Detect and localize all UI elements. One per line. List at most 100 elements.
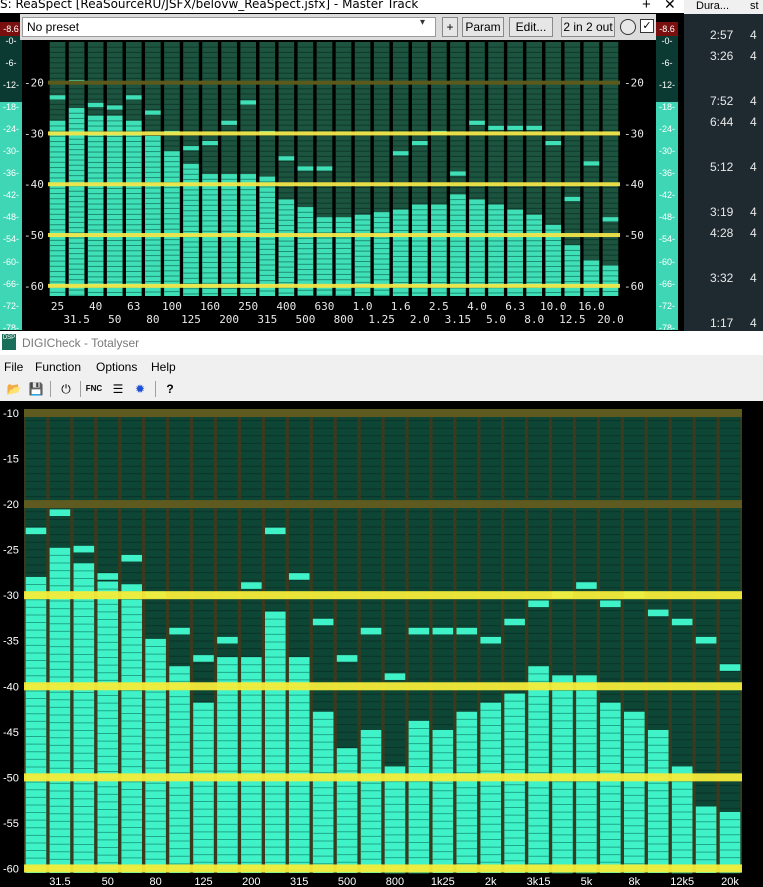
column-header-st[interactable]: st [750, 0, 759, 12]
y-tick-label: -40 [624, 178, 644, 191]
toolbar-separator [80, 381, 81, 397]
desktop: S: ReaSpect [ReaSourceRU/JSFX/belovw_Rea… [0, 0, 763, 887]
plugin-toolbar: No preset ▾ + Param Edit... 2 in 2 out ✓ [20, 14, 656, 40]
io-routing-button[interactable]: 2 in 2 out [561, 17, 615, 37]
x-tick-label: 1.0 [353, 300, 373, 313]
peak-hold-marker [221, 120, 237, 125]
menu-options[interactable]: Options [96, 360, 137, 374]
open-folder-icon[interactable]: 📂 [4, 380, 24, 398]
peak-hold-marker [49, 95, 66, 100]
peak-hold-marker [360, 627, 382, 635]
peak-hold-marker [240, 100, 257, 105]
x-tick-label: 400 [276, 300, 296, 313]
peak-hold-marker [671, 618, 693, 626]
toolbar-separator [50, 381, 51, 397]
x-tick-label: 500 [338, 876, 356, 887]
y-tick-label: -50 [624, 229, 644, 242]
st-cell: 4 [750, 316, 757, 330]
power-icon[interactable]: ⏻ [56, 380, 76, 398]
meter-tick-label: -60- [2, 256, 19, 267]
x-tick-label: 315 [290, 876, 308, 887]
meter-tick-label: -66- [2, 278, 19, 289]
y-tick-label: -60 [3, 863, 19, 875]
duration-cell: 2:57 [710, 28, 734, 42]
pin-icon[interactable]: + [642, 0, 651, 13]
param-button[interactable]: Param [462, 17, 504, 37]
menu-help[interactable]: Help [151, 360, 176, 374]
peak-hold-marker [312, 618, 334, 626]
grid-band [48, 283, 620, 288]
x-tick-label: 50 [108, 313, 121, 326]
x-tick-label: 8.0 [524, 313, 544, 326]
x-tick-label: 1k25 [431, 876, 455, 887]
settings-list-icon[interactable]: ☰ [108, 380, 128, 398]
x-tick-label: 100 [162, 300, 182, 313]
x-tick-label: 63 [127, 300, 140, 313]
digicheck-window: DSP DIGICheck - Totalyser File Function … [0, 331, 763, 887]
grid-band [24, 409, 742, 417]
peak-hold-marker [504, 618, 525, 626]
input-level-meter: -8.6 -0- -6- -12- -18- -24- -30- -36- -42- -48- -… [0, 22, 22, 330]
x-tick-label: 160 [200, 300, 220, 313]
peak-hold-marker [316, 166, 333, 171]
reaspect-title-bar[interactable]: S: ReaSpect [ReaSourceRU/JSFX/belovw_Rea… [0, 0, 684, 13]
reaspect-window: S: ReaSpect [ReaSourceRU/JSFX/belovw_Rea… [0, 0, 684, 331]
peak-hold-marker [265, 527, 286, 535]
chevron-down-icon[interactable]: ▾ [420, 17, 425, 28]
x-tick-label: 8k [628, 876, 640, 887]
save-icon[interactable]: 💾 [26, 380, 46, 398]
edit-button[interactable]: Edit... [509, 17, 553, 37]
meter-tick-label: -30- [2, 146, 19, 157]
peak-hold-marker [469, 120, 485, 125]
grid-band [48, 131, 620, 136]
spectrum-bar [564, 245, 581, 296]
x-tick-label: 2.5 [429, 300, 449, 313]
peak-hold-marker [488, 125, 504, 130]
x-tick-label: 5.0 [486, 313, 506, 326]
wet-knob-icon[interactable] [620, 19, 636, 35]
spectrum-bar [145, 135, 161, 296]
column-header-duration[interactable]: Dura... [696, 0, 729, 12]
menu-function[interactable]: Function [35, 360, 81, 374]
x-tick-label: 31.5 [63, 313, 90, 326]
meter-tick-label: -18- [658, 102, 675, 113]
y-tick-label: -40 [3, 681, 19, 693]
add-preset-button[interactable]: + [442, 17, 458, 37]
y-tick-label: -50 [24, 229, 44, 242]
fnc-icon[interactable]: FNC [84, 380, 104, 398]
help-icon[interactable]: ? [160, 380, 180, 398]
grid-band [48, 80, 620, 85]
bypass-checkbox[interactable]: ✓ [640, 19, 654, 33]
brightness-icon[interactable]: ✹ [130, 380, 150, 398]
meter-tick-label: -54- [2, 234, 19, 245]
preset-dropdown[interactable]: No preset [22, 17, 436, 37]
digicheck-title-bar[interactable]: DSP DIGICheck - Totalyser [0, 331, 763, 355]
menu-file[interactable]: File [4, 360, 23, 374]
y-tick-label: -15 [3, 454, 19, 466]
peak-readout[interactable]: -8.6 [0, 22, 22, 36]
x-tick-label: 4.0 [467, 300, 487, 313]
meter-tick-label: -48- [658, 212, 675, 223]
peak-hold-marker [600, 600, 621, 608]
playlist-panel: Dura... st 2:57 4 3:26 4 7:52 4 6:44 4 5:12 4 3:19… [684, 0, 763, 331]
peak-hold-marker [545, 141, 562, 146]
meter-tick-label: -78- [658, 322, 675, 330]
meter-tick-label: -72- [658, 300, 675, 311]
peak-hold-marker [408, 627, 430, 635]
y-tick-label: -20 [624, 77, 644, 90]
peak-hold-marker [719, 664, 741, 671]
peak-hold-marker [288, 573, 310, 580]
x-tick-label: 2k [485, 876, 497, 887]
duration-cell: 3:32 [710, 271, 734, 285]
peak-hold-marker [384, 673, 406, 680]
peak-hold-marker [528, 600, 549, 608]
peak-hold-marker [507, 125, 523, 130]
st-cell: 4 [750, 115, 757, 129]
x-tick-label: 20.0 [597, 313, 624, 326]
peak-readout[interactable]: -8.6 [656, 22, 678, 36]
x-tick-label: 12k5 [670, 876, 694, 887]
spectrum-bar [297, 207, 314, 296]
close-icon[interactable]: ✕ [664, 0, 676, 13]
peak-hold-marker [25, 527, 47, 535]
x-tick-label: 25 [51, 300, 64, 313]
